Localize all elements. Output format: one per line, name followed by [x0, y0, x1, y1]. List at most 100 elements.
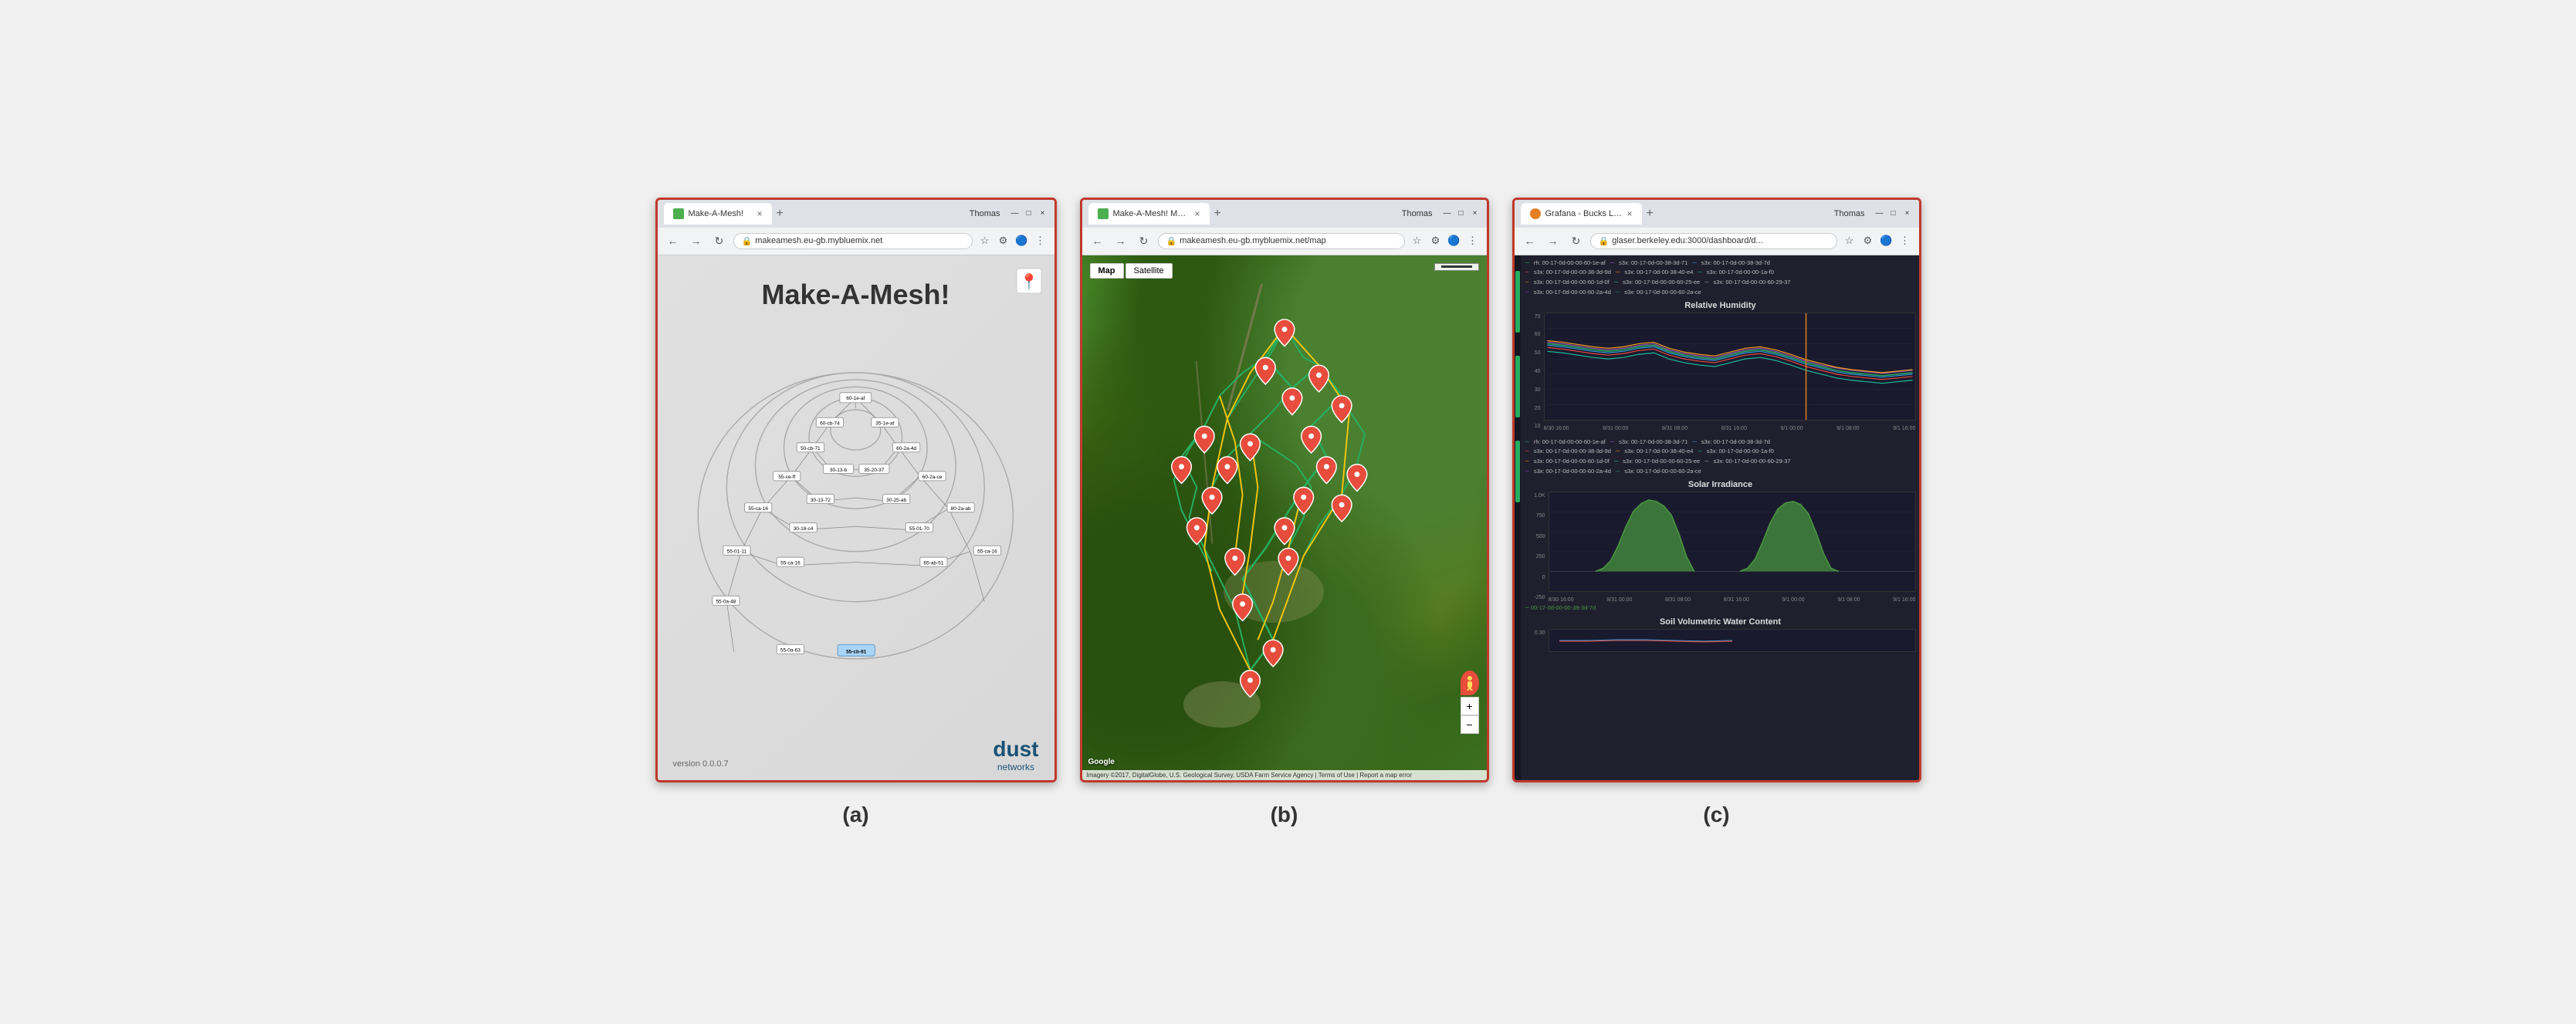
x-831-00: 8/31 00:00: [1603, 426, 1628, 431]
chart2-x-axis: 8/30 16:00 8/31 00:00 8/31 08:00 8/31 16…: [1549, 597, 1916, 603]
tabs-b: Make-A-Mesh! Map - 30... × +: [1088, 203, 1233, 225]
menu-icon-a[interactable]: ⋮: [1033, 233, 1048, 248]
y2-250: 250: [1527, 554, 1545, 559]
soil-svg: [1549, 629, 1916, 652]
menu-icon-b[interactable]: ⋮: [1465, 233, 1481, 248]
extension1-icon-c[interactable]: ⚙: [1860, 233, 1876, 248]
secure-icon-a: 🔒: [742, 236, 753, 246]
tab-close-c[interactable]: ×: [1627, 208, 1633, 219]
maximize-btn-a[interactable]: □: [1024, 208, 1034, 219]
window-controls-c: Thomas — □ ×: [1834, 208, 1913, 219]
zoom-in-btn[interactable]: +: [1461, 697, 1479, 715]
legend-s3x2: ─: [1692, 259, 1696, 269]
chart1-title: Relative Humidity: [1525, 301, 1916, 310]
close-btn-c[interactable]: ×: [1902, 208, 1913, 219]
dust-networks-logo: dust networks: [993, 737, 1038, 772]
chart3-wrapper: 0.30: [1525, 629, 1916, 656]
svg-text:50-cb-71: 50-cb-71: [801, 446, 821, 451]
maximize-btn-b[interactable]: □: [1456, 208, 1467, 219]
browser-toolbar-a: ← → ↻ 🔒 makeamesh.eu-gb.mybluemix.net ☆ …: [658, 228, 1054, 255]
l2-s3x6: ─: [1525, 457, 1529, 467]
menu-icon-c[interactable]: ⋮: [1897, 233, 1913, 248]
forward-btn-c[interactable]: →: [1544, 231, 1562, 250]
dust-logo-name: dust: [993, 737, 1038, 762]
refresh-btn-a[interactable]: ↻: [710, 231, 729, 250]
svg-text:55-ce-ff: 55-ce-ff: [779, 475, 796, 480]
extension2-icon-c[interactable]: 🔵: [1879, 233, 1894, 248]
forward-btn-a[interactable]: →: [687, 231, 706, 250]
tab-close-b[interactable]: ×: [1195, 208, 1200, 219]
content-area-a: 📍 Make-A-Mesh!: [658, 255, 1054, 780]
bookmark-icon-c[interactable]: ☆: [1842, 233, 1857, 248]
legend-rh: ─: [1525, 259, 1529, 269]
svg-text:55-01-11: 55-01-11: [727, 549, 747, 554]
new-tab-btn-c[interactable]: +: [1642, 203, 1665, 225]
refresh-btn-b[interactable]: ↻: [1135, 231, 1153, 250]
mesh-main-content: 📍 Make-A-Mesh!: [658, 255, 1054, 780]
refresh-btn-c[interactable]: ↻: [1567, 231, 1586, 250]
chart1-section: Relative Humidity 70 60 50 40 30 20 10: [1525, 301, 1916, 431]
mesh-title: Make-A-Mesh!: [761, 279, 949, 311]
legend-s3x1: ─: [1610, 259, 1614, 269]
humidity-svg: [1544, 313, 1916, 421]
caption-b: (b): [1271, 803, 1298, 827]
new-tab-btn-a[interactable]: +: [772, 203, 795, 225]
x2-831-00: 8/31 00:00: [1606, 597, 1632, 603]
x2-831-08: 8/31 08:00: [1665, 597, 1691, 603]
x-831-08: 8/31 08:00: [1662, 426, 1687, 431]
l2-s3x1-label: s3x: 00-17-0d-00-38-3d-71: [1619, 438, 1687, 448]
y-40: 40: [1527, 369, 1541, 374]
extension2-icon-b[interactable]: 🔵: [1447, 233, 1462, 248]
minimize-btn-b[interactable]: —: [1442, 208, 1453, 219]
tab-map[interactable]: Make-A-Mesh! Map - 30... ×: [1088, 203, 1210, 225]
l2-s3x2: ─: [1692, 438, 1696, 448]
x2-91-08: 9/1 08:00: [1837, 597, 1860, 603]
new-tab-btn-b[interactable]: +: [1210, 203, 1233, 225]
address-bar-b[interactable]: 🔒 makeamesh.eu-gb.mybluemix.net/map: [1158, 233, 1405, 249]
back-btn-b[interactable]: ←: [1088, 231, 1107, 250]
tab-close-a[interactable]: ×: [757, 208, 762, 219]
tab-favicon-c: [1530, 208, 1541, 219]
map-connections-svg: [1082, 255, 1487, 780]
browser-window-c: Grafana - Bucks Lake × + Thomas — □ × ← …: [1512, 198, 1921, 782]
browser-toolbar-c: ← → ↻ 🔒 glaser.berkeley.edu:3000/dashboa…: [1515, 228, 1919, 255]
extension1-icon-b[interactable]: ⚙: [1428, 233, 1444, 248]
close-btn-a[interactable]: ×: [1038, 208, 1048, 219]
secure-icon-b: 🔒: [1166, 236, 1177, 246]
minimize-btn-c[interactable]: —: [1874, 208, 1885, 219]
minimize-btn-a[interactable]: —: [1010, 208, 1021, 219]
forward-btn-b[interactable]: →: [1112, 231, 1130, 250]
back-btn-c[interactable]: ←: [1521, 231, 1539, 250]
svg-text:60-2a-ce: 60-2a-ce: [922, 475, 943, 480]
y2-750: 750: [1527, 513, 1545, 519]
titlebar-c: Grafana - Bucks Lake × + Thomas — □ ×: [1515, 200, 1919, 228]
legend-row-3: ─s3x: 00-17-0d-00-00-60-1d-0f ─s3x: 00-1…: [1525, 278, 1916, 288]
x2-91-16: 9/1 16:00: [1893, 597, 1915, 603]
tab-grafana[interactable]: Grafana - Bucks Lake ×: [1521, 203, 1642, 225]
zoom-out-btn[interactable]: −: [1461, 715, 1479, 734]
l2-s3x5: ─: [1698, 447, 1701, 457]
svg-text:35-20-37: 35-20-37: [865, 467, 885, 472]
maximize-btn-c[interactable]: □: [1888, 208, 1899, 219]
extension2-icon-a[interactable]: 🔵: [1014, 233, 1030, 248]
address-bar-a[interactable]: 🔒 makeamesh.eu-gb.mybluemix.net: [733, 233, 973, 249]
map-btn-satellite[interactable]: Satellite: [1126, 263, 1173, 279]
x-830-16: 8/30 16:00: [1544, 426, 1569, 431]
browser-window-b: Make-A-Mesh! Map - 30... × + Thomas — □ …: [1080, 198, 1489, 782]
legend2-row-1: ─rh: 00-17-0d-00-00-60-1e-af ─s3x: 00-17…: [1525, 438, 1916, 448]
sidebar-bar-3: [1515, 441, 1520, 502]
street-view-icon[interactable]: [1461, 671, 1479, 695]
bookmark-icon-a[interactable]: ☆: [977, 233, 993, 248]
address-bar-c[interactable]: 🔒 glaser.berkeley.edu:3000/dashboard/d..…: [1590, 233, 1837, 249]
bookmark-icon-b[interactable]: ☆: [1410, 233, 1425, 248]
close-btn-b[interactable]: ×: [1470, 208, 1481, 219]
map-btn-map[interactable]: Map: [1090, 263, 1124, 279]
x-91-08: 9/1 08:00: [1836, 426, 1859, 431]
tab-make-a-mesh[interactable]: Make-A-Mesh! ×: [664, 203, 772, 225]
l2-s3x10: ─: [1616, 467, 1620, 477]
extension1-icon-a[interactable]: ⚙: [996, 233, 1011, 248]
toolbar-icons-b: ☆ ⚙ 🔵 ⋮: [1410, 233, 1481, 248]
tab-title-b: Make-A-Mesh! Map - 30...: [1113, 209, 1190, 218]
back-btn-a[interactable]: ←: [664, 231, 682, 250]
l2-s3x9: ─: [1525, 467, 1529, 477]
